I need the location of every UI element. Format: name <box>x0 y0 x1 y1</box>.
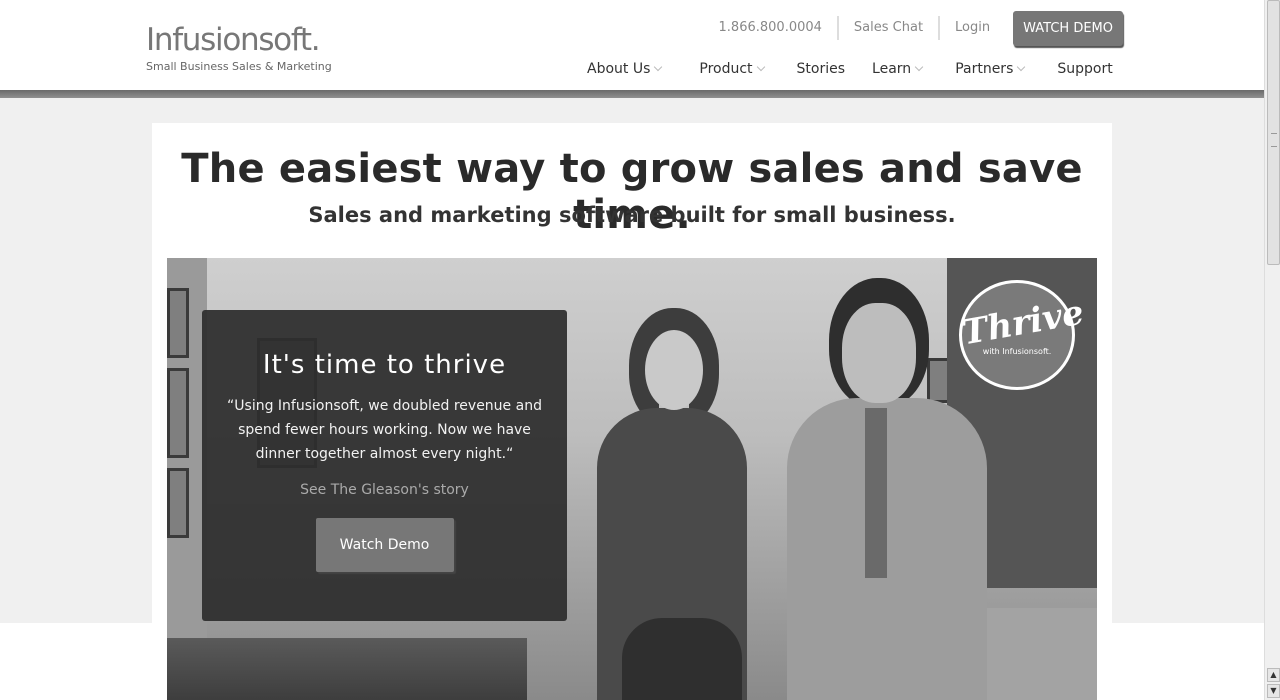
nav-item-about-us[interactable]: About Us <box>587 61 663 77</box>
photo-frame <box>167 468 189 538</box>
chevron-down-icon <box>654 62 663 72</box>
logo-wordmark: Infusionsoft. <box>146 22 321 58</box>
overlay-title: It's time to thrive <box>262 350 507 380</box>
photo-desk <box>167 638 527 700</box>
nav-item-product[interactable]: Product <box>699 61 765 77</box>
photo-frame <box>167 368 189 458</box>
thrive-badge-word: Thrive <box>959 292 1087 354</box>
testimonial-overlay: It's time to thrive “Using Infusionsoft,… <box>202 310 567 621</box>
nav-label: Product <box>699 61 753 77</box>
login-link[interactable]: Login <box>940 16 1005 40</box>
utility-bar: 1.866.800.0004 Sales Chat Login WATCH DE… <box>704 10 1123 46</box>
nav-item-partners[interactable]: Partners <box>955 61 1026 77</box>
header-divider <box>0 90 1264 98</box>
nav-label: Stories <box>796 61 846 77</box>
testimonial-quote: “Using Infusionsoft, we doubled revenue … <box>227 398 542 462</box>
nav-item-support[interactable]: Support <box>1057 61 1112 77</box>
man-body <box>787 398 987 700</box>
chevron-down-icon <box>756 62 765 72</box>
nav-item-stories[interactable]: Stories <box>797 61 846 77</box>
nav-label: Partners <box>955 61 1014 77</box>
photo-frame <box>167 288 189 358</box>
woman-face <box>645 330 703 410</box>
gleason-story-link[interactable]: See The Gleason's story <box>202 482 567 498</box>
nav-label: Learn <box>872 61 912 77</box>
scroll-up-arrow-icon[interactable]: ▲ <box>1267 668 1280 682</box>
sales-chat-link[interactable]: Sales Chat <box>839 16 938 40</box>
page-subheadline: Sales and marketing software built for s… <box>308 203 956 227</box>
infusionsoft-logo[interactable]: Infusionsoft. Small Business Sales & Mar… <box>146 22 336 78</box>
nav-item-learn[interactable]: Learn <box>872 61 924 77</box>
scrollbar-grip-icon <box>1271 133 1277 147</box>
site-header: Infusionsoft. Small Business Sales & Mar… <box>0 0 1264 90</box>
main-nav: About Us Product Stories Learn Partners … <box>587 58 1113 80</box>
logo-tagline: Small Business Sales & Marketing <box>146 60 332 73</box>
chevron-down-icon <box>1017 62 1026 72</box>
vertical-scrollbar[interactable]: ▲ ▼ <box>1264 0 1280 700</box>
chevron-down-icon <box>914 62 924 72</box>
watch-demo-button[interactable]: Watch Demo <box>315 518 454 572</box>
thrive-badge: Thrive with Infusionsoft. <box>959 280 1087 390</box>
nav-label: Support <box>1057 61 1113 77</box>
man-face <box>842 303 916 403</box>
scrollbar-thumb[interactable] <box>1267 0 1280 265</box>
phone-number[interactable]: 1.866.800.0004 <box>704 16 837 40</box>
photo-chair <box>622 618 742 700</box>
scroll-down-arrow-icon[interactable]: ▼ <box>1267 684 1280 698</box>
nav-label: About Us <box>587 61 651 77</box>
man-tie <box>865 408 887 578</box>
watch-demo-top-button[interactable]: WATCH DEMO <box>1013 10 1123 46</box>
